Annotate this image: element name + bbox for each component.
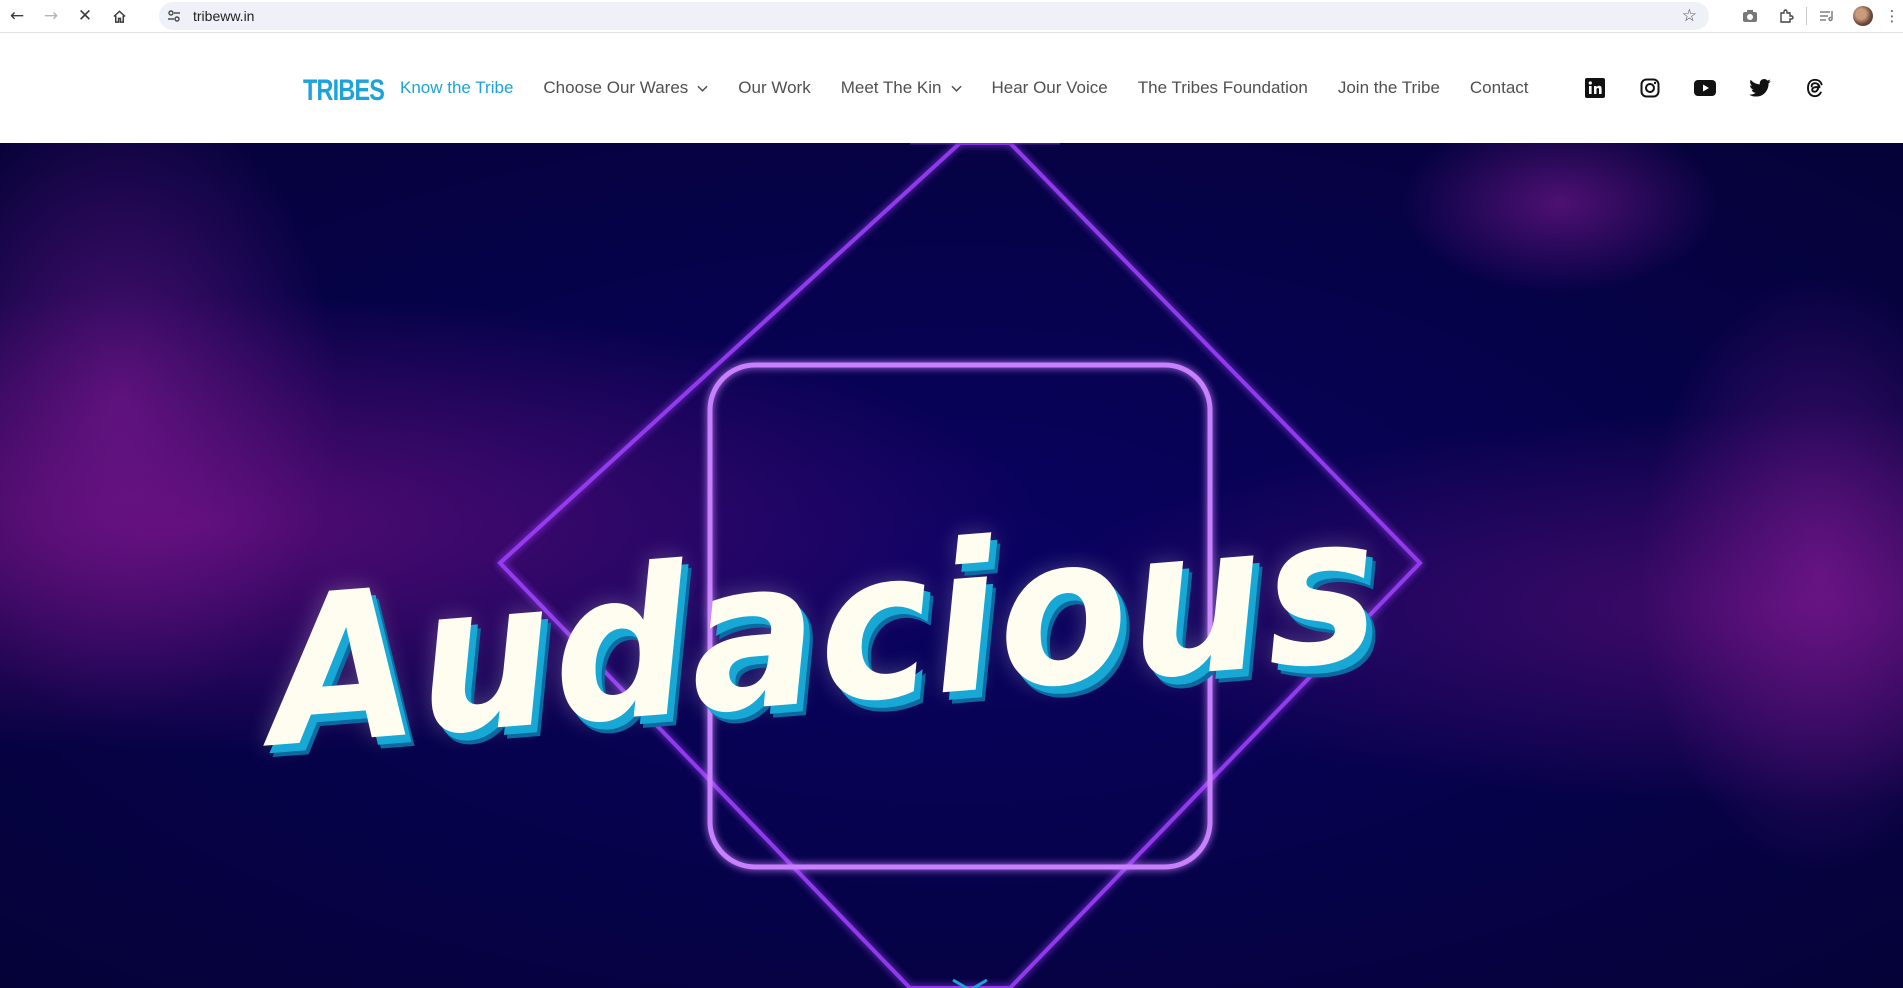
nav-item-label: Choose Our Wares (543, 78, 689, 97)
nav-item-label: Contact (1469, 78, 1529, 97)
nav-item-label: Hear Our Voice (991, 78, 1108, 97)
home-icon (112, 9, 126, 23)
browser-toolbar: ← → ✕ tribeww.in ☆ ⋮ (0, 0, 1903, 33)
nav-item-label: Join the Tribe (1337, 78, 1440, 97)
nav-item-contact[interactable]: Contact (1470, 78, 1529, 98)
forward-button[interactable]: → (34, 0, 68, 32)
nav-item-label: Know the Tribe (400, 78, 514, 97)
linkedin-icon[interactable] (1567, 73, 1622, 103)
logo-text: TRIBES (303, 74, 385, 107)
nav-item-choose-our-wares[interactable]: Choose Our Wares (543, 78, 708, 98)
avatar (1853, 6, 1873, 26)
star-icon[interactable]: ☆ (1682, 6, 1697, 26)
threads-icon[interactable] (1787, 73, 1842, 103)
puzzle-icon[interactable] (1768, 0, 1804, 32)
nav-item-label: Our Work (738, 78, 811, 97)
stop-loading-button[interactable]: ✕ (68, 0, 102, 32)
toolbar-separator (1806, 7, 1807, 25)
chevron-down-icon[interactable] (950, 978, 990, 988)
tribes-logo[interactable]: TRIBES (303, 71, 407, 111)
back-button[interactable]: ← (0, 0, 34, 32)
youtube-icon[interactable] (1677, 73, 1732, 103)
chevron-down-icon (697, 85, 708, 92)
nav-item-know-the-tribe[interactable]: Know the Tribe (400, 78, 513, 98)
twitter-icon[interactable] (1732, 73, 1787, 103)
nav-item-hear-our-voice[interactable]: Hear Our Voice (992, 78, 1108, 98)
nav-item-meet-the-kin[interactable]: Meet The Kin (841, 78, 962, 98)
hero-banner: Audacious (0, 143, 1903, 988)
camera-icon[interactable] (1732, 0, 1768, 32)
home-button[interactable] (102, 0, 136, 32)
instagram-icon[interactable] (1622, 73, 1677, 103)
chevron-down-icon (950, 85, 962, 92)
url-text[interactable]: tribeww.in (193, 8, 254, 24)
media-queue-icon[interactable] (1809, 0, 1845, 32)
main-navigation: Know the Tribe Choose Our Wares Our Work… (400, 33, 1559, 143)
nav-item-label: Meet The Kin (840, 78, 942, 97)
nav-item-label: The Tribes Foundation (1137, 78, 1308, 97)
more-vertical-icon[interactable]: ⋮ (1881, 0, 1903, 32)
site-header: TRIBES Know the Tribe Choose Our Wares O… (0, 33, 1903, 143)
nav-item-join-the-tribe[interactable]: Join the Tribe (1338, 78, 1440, 98)
profile-avatar[interactable] (1845, 0, 1881, 32)
address-bar[interactable]: tribeww.in ☆ (159, 2, 1709, 30)
nav-item-our-work[interactable]: Our Work (738, 78, 810, 98)
site-info-icon[interactable] (159, 9, 189, 23)
social-links (1567, 33, 1842, 143)
nav-item-tribes-foundation[interactable]: The Tribes Foundation (1138, 78, 1308, 98)
